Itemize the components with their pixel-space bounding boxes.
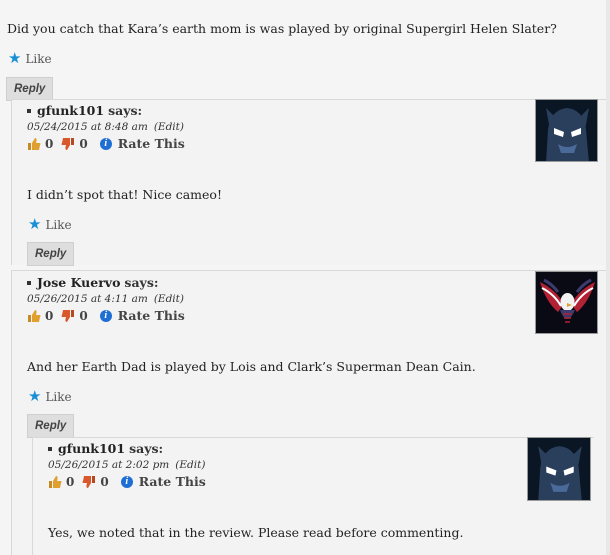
like-label: Like bbox=[45, 389, 72, 404]
info-icon[interactable]: i bbox=[120, 475, 133, 488]
batman-avatar-icon bbox=[528, 438, 590, 500]
edit-link[interactable]: (Edit) bbox=[154, 121, 184, 133]
avatar bbox=[527, 437, 591, 501]
like-button[interactable]: ★ Like bbox=[8, 51, 52, 66]
batman-avatar-icon bbox=[536, 100, 597, 161]
comment-author-line: Jose Kuervo says: bbox=[27, 275, 158, 290]
rate-this-label: Rate This bbox=[117, 136, 185, 151]
comment-text: Did you catch that Kara’s earth mom is w… bbox=[7, 21, 557, 36]
like-label: Like bbox=[25, 51, 52, 66]
comment-author[interactable]: Jose Kuervo bbox=[37, 275, 120, 290]
thumbs-up-icon[interactable] bbox=[27, 309, 41, 323]
down-count: 0 bbox=[79, 308, 88, 323]
comment-author[interactable]: gfunk101 bbox=[37, 103, 104, 118]
comment-text: Yes, we noted that in the review. Please… bbox=[48, 525, 464, 540]
comment-author-line: gfunk101 says: bbox=[27, 103, 142, 118]
down-count: 0 bbox=[79, 136, 88, 151]
thumbs-down-icon[interactable] bbox=[61, 137, 75, 151]
reply-button[interactable]: Reply bbox=[27, 414, 75, 438]
thumbs-down-icon[interactable] bbox=[82, 475, 96, 489]
eagle-flag-avatar-icon bbox=[536, 272, 597, 333]
comments-page: Did you catch that Kara’s earth mom is w… bbox=[0, 0, 610, 555]
edit-link[interactable]: (Edit) bbox=[175, 459, 205, 471]
comment-text: I didn’t spot that! Nice cameo! bbox=[27, 187, 222, 202]
comment-meta: 05/26/2015 at 2:02 pm (Edit) bbox=[48, 459, 205, 471]
thumbs-up-icon[interactable] bbox=[48, 475, 62, 489]
rate-this-label: Rate This bbox=[138, 474, 206, 489]
info-icon[interactable]: i bbox=[99, 137, 112, 150]
bullet-icon bbox=[48, 446, 52, 451]
comment-date[interactable]: 05/26/2015 at 4:11 am bbox=[27, 293, 148, 305]
reply-button[interactable]: Reply bbox=[27, 242, 75, 266]
star-icon: ★ bbox=[8, 49, 22, 67]
comment-meta: 05/24/2015 at 8:48 am (Edit) bbox=[27, 121, 184, 133]
avatar bbox=[535, 99, 598, 162]
comment-date[interactable]: 05/24/2015 at 8:48 am bbox=[27, 121, 148, 133]
up-count: 0 bbox=[45, 308, 54, 323]
comment-meta: 05/26/2015 at 4:11 am (Edit) bbox=[27, 293, 184, 305]
reply-button[interactable]: Reply bbox=[6, 77, 54, 101]
rating-bar: 0 0 i Rate This bbox=[27, 308, 185, 323]
says-label: says: bbox=[108, 103, 143, 118]
down-count: 0 bbox=[100, 474, 109, 489]
star-icon: ★ bbox=[28, 387, 42, 405]
says-label: says: bbox=[124, 275, 159, 290]
up-count: 0 bbox=[45, 136, 54, 151]
comment-author[interactable]: gfunk101 bbox=[58, 441, 125, 456]
comment-date[interactable]: 05/26/2015 at 2:02 pm bbox=[48, 459, 169, 471]
bullet-icon bbox=[27, 108, 31, 113]
like-label: Like bbox=[45, 217, 72, 232]
thumbs-up-icon[interactable] bbox=[27, 137, 41, 151]
scrollbar-track[interactable] bbox=[606, 0, 610, 555]
up-count: 0 bbox=[66, 474, 75, 489]
says-label: says: bbox=[129, 441, 164, 456]
avatar bbox=[535, 271, 598, 334]
info-icon[interactable]: i bbox=[99, 309, 112, 322]
like-button[interactable]: ★ Like bbox=[28, 217, 72, 232]
thumbs-down-icon[interactable] bbox=[61, 309, 75, 323]
like-button[interactable]: ★ Like bbox=[28, 389, 72, 404]
star-icon: ★ bbox=[28, 215, 42, 233]
rate-this-label: Rate This bbox=[117, 308, 185, 323]
rating-bar: 0 0 i Rate This bbox=[27, 136, 185, 151]
comment-author-line: gfunk101 says: bbox=[48, 441, 163, 456]
comment-text: And her Earth Dad is played by Lois and … bbox=[27, 359, 476, 374]
rating-bar: 0 0 i Rate This bbox=[48, 474, 206, 489]
bullet-icon bbox=[27, 280, 31, 285]
edit-link[interactable]: (Edit) bbox=[154, 293, 184, 305]
